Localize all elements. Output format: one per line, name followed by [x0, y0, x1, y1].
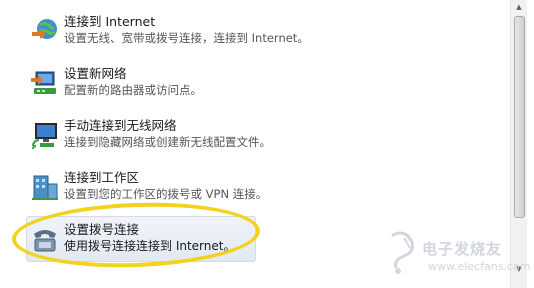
watermark-text: 电子发烧友 [422, 240, 503, 258]
globe-connect-icon [30, 16, 60, 46]
option-manual-wireless[interactable]: 手动连接到无线网络 连接到隐藏网络或创建新无线配置文件。 [30, 118, 490, 158]
option-setup-network[interactable]: 设置新网络 配置新的路由器或访问点。 [30, 66, 490, 106]
option-title: 连接到 Internet [64, 14, 156, 29]
scrollbar-thumb[interactable] [514, 16, 525, 218]
option-description: 配置新的路由器或访问点。 [64, 83, 202, 97]
watermark-logo-icon [391, 231, 414, 274]
option-connect-internet[interactable]: 连接到 Internet 设置无线、宽带或拨号连接，连接到 Internet。 [30, 14, 490, 54]
option-title: 连接到工作区 [64, 170, 140, 185]
option-title: 手动连接到无线网络 [64, 118, 177, 133]
scroll-up-arrow-icon[interactable]: ▲ [511, 0, 527, 14]
option-title: 设置新网络 [64, 66, 127, 81]
watermark-url: www.elecfans.com [428, 260, 531, 273]
wireless-monitor-icon [30, 120, 60, 150]
option-connect-workplace[interactable]: 连接到工作区 设置到您的工作区的拨号或 VPN 连接。 [30, 170, 490, 210]
option-description: 连接到隐藏网络或创建新无线配置文件。 [64, 135, 271, 149]
workplace-building-icon [30, 172, 60, 202]
option-description: 设置到您的工作区的拨号或 VPN 连接。 [64, 187, 268, 201]
router-setup-icon [30, 68, 60, 98]
watermark: 电子发烧友 www.elecfans.com [384, 230, 530, 280]
option-description: 设置无线、宽带或拨号连接，连接到 Internet。 [64, 31, 309, 45]
